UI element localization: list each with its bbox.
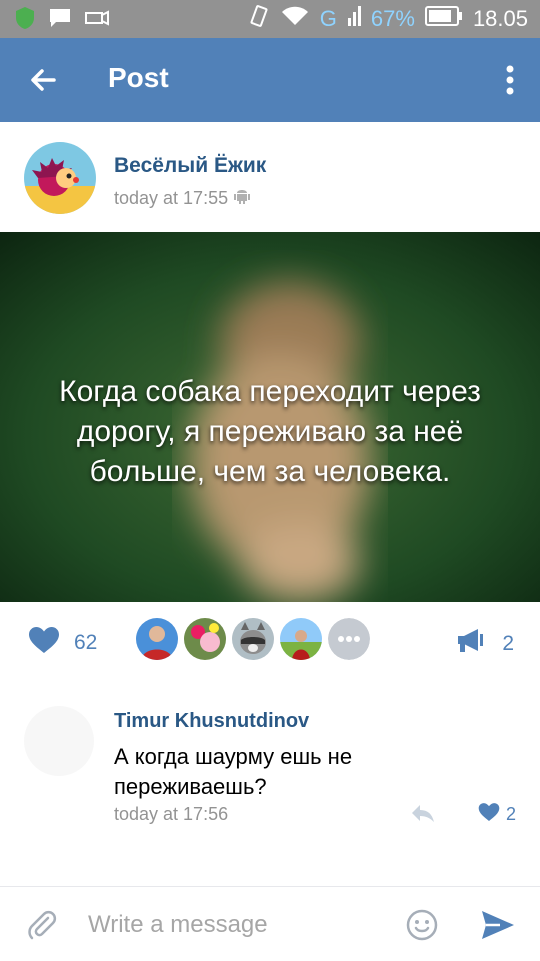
arrow-left-icon[interactable] [24, 60, 64, 100]
post-quote: Когда собака переходит через дорогу, я п… [0, 372, 540, 492]
clock: 18.05 [472, 6, 528, 31]
heart-icon [28, 626, 60, 660]
smile-icon[interactable] [406, 909, 438, 946]
like-button[interactable]: 62 [28, 626, 97, 660]
comment-like-button[interactable]: 2 [478, 802, 516, 827]
vibrate-icon [248, 4, 270, 34]
network-type: G [319, 6, 337, 31]
heart-icon [478, 802, 500, 827]
commenter-name[interactable]: Timur Khusnutdinov [114, 710, 309, 733]
comment-timestamp: today at 17:56 [114, 804, 229, 824]
post-timestamp: today at 17:55 [114, 188, 229, 208]
quote-line-1: Когда собака переходит через [59, 375, 481, 408]
android-icon [234, 187, 251, 210]
liker-avatar[interactable] [232, 618, 274, 660]
post-image[interactable]: Когда собака переходит через дорогу, я п… [0, 232, 540, 602]
wifi-icon [280, 5, 310, 33]
page-title: Post [108, 62, 169, 93]
commenter-avatar[interactable] [24, 706, 94, 776]
battery-icon [424, 5, 463, 33]
quote-line-3: больше, чем за человека. [89, 455, 451, 488]
comment-item: Timur Khusnutdinov А когда шаурму ешь не… [0, 682, 540, 842]
likes-count: 62 [74, 631, 98, 654]
more-vertical-icon[interactable] [504, 64, 516, 96]
liker-avatar[interactable] [136, 618, 178, 660]
author-avatar[interactable] [24, 142, 96, 214]
message-input[interactable] [86, 907, 390, 943]
comment-text: А когда шаурму ешь не переживаешь? [114, 744, 353, 799]
more-likers[interactable] [328, 618, 370, 660]
app-bar: Post [0, 38, 540, 122]
more-horizontal-icon [328, 618, 370, 660]
status-bar: G 67% 18.05 [0, 0, 540, 38]
author-name[interactable]: Весёлый Ёжик [114, 154, 266, 178]
post-actions: 62 2 [0, 602, 540, 682]
shield-icon [14, 6, 36, 35]
liker-avatar[interactable] [280, 618, 322, 660]
signal-icon [347, 4, 361, 34]
quote-line-2: дорогу, я переживаю за неё [76, 415, 464, 448]
message-composer [0, 886, 540, 961]
send-icon[interactable] [480, 909, 516, 946]
post-meta: today at 17:55 [114, 187, 251, 210]
message-icon [48, 7, 72, 34]
likers-list[interactable] [136, 618, 370, 660]
reply-icon[interactable] [410, 802, 436, 829]
comment-likes-count: 2 [506, 804, 517, 824]
paperclip-icon[interactable] [26, 909, 58, 946]
bell-icon [84, 8, 110, 33]
share-button[interactable]: 2 [456, 628, 514, 660]
post-header: Весёлый Ёжик today at 17:55 [0, 122, 540, 232]
megaphone-icon [456, 628, 484, 660]
shares-count: 2 [502, 632, 514, 655]
battery-percent: 67% [370, 6, 415, 31]
liker-avatar[interactable] [184, 618, 226, 660]
